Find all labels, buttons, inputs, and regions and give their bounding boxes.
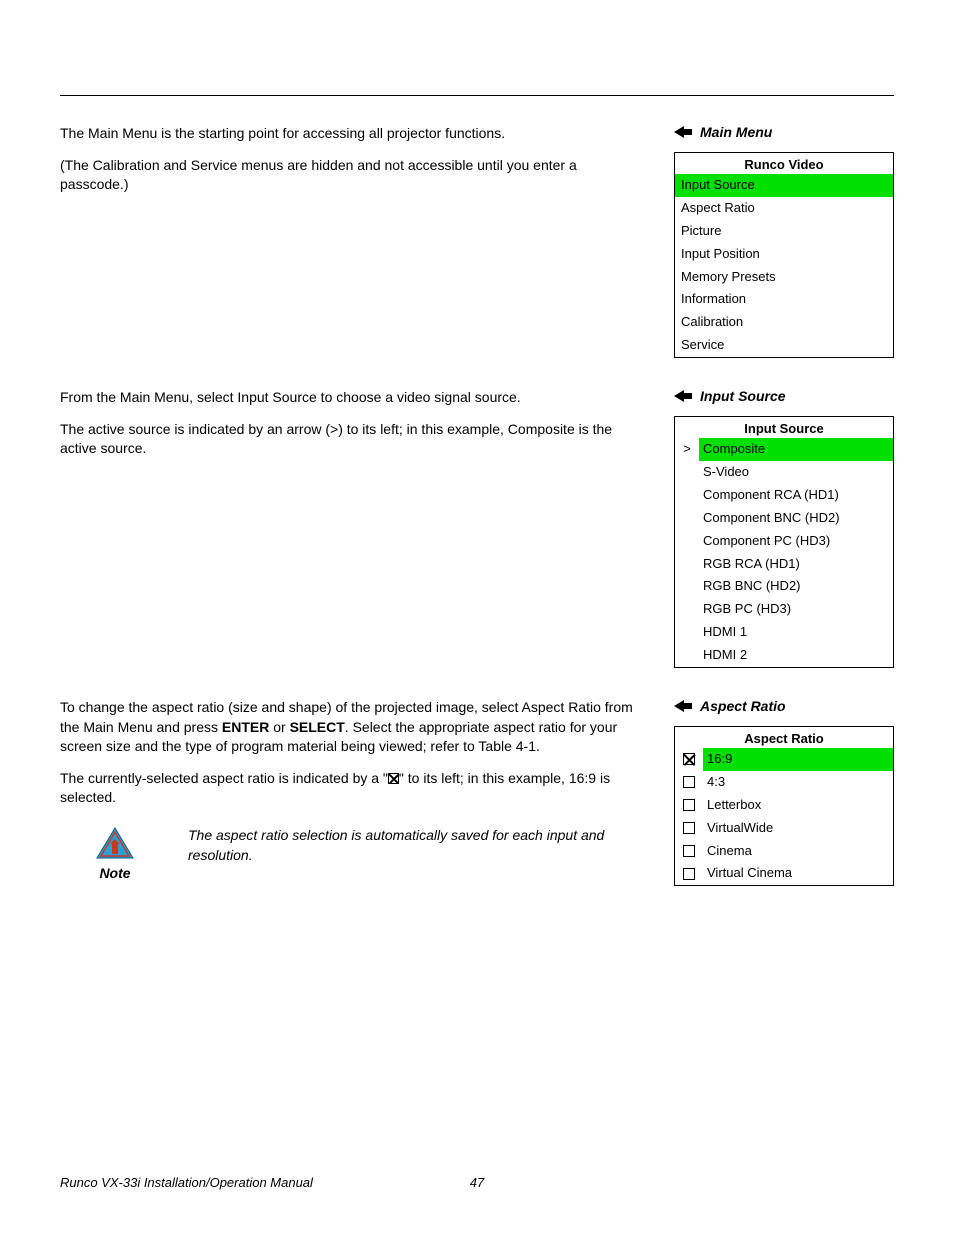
main-menu-item: Calibration: [675, 311, 893, 334]
aspect-ratio-box: Aspect Ratio 16:94:3LetterboxVirtualWide…: [674, 726, 894, 886]
main-menu-item: Memory Presets: [675, 266, 893, 289]
input-source-label-text: Input Source: [700, 388, 786, 404]
input-source-item-label: RGB BNC (HD2): [699, 575, 893, 598]
input-source-item: HDMI 2: [675, 644, 893, 667]
checkbox-icon: [675, 842, 703, 860]
aspect-ratio-para1: To change the aspect ratio (size and sha…: [60, 698, 644, 757]
main-menu-label-text: Main Menu: [700, 124, 772, 140]
aspect-ratio-para2: The currently-selected aspect ratio is i…: [60, 769, 644, 808]
main-menu-item: Input Source: [675, 174, 893, 197]
main-menu-box: Runco Video Input SourceAspect RatioPict…: [674, 152, 894, 358]
checkbox-icon: [675, 865, 703, 883]
input-source-item: RGB RCA (HD1): [675, 553, 893, 576]
active-indicator: >: [675, 438, 699, 461]
input-source-item: Component PC (HD3): [675, 530, 893, 553]
aspect-ratio-item: Letterbox: [675, 794, 893, 817]
main-menu-para2: (The Calibration and Service menus are h…: [60, 156, 644, 195]
aspect-ratio-label: Aspect Ratio: [674, 698, 894, 714]
checkbox-icon: [675, 773, 703, 791]
aspect-ratio-item: Virtual Cinema: [675, 862, 893, 885]
footer-page-number: 47: [470, 1175, 484, 1190]
active-indicator: [675, 630, 699, 636]
aspect-ratio-label-text: Aspect Ratio: [700, 698, 786, 714]
aspect-ratio-item-label: VirtualWide: [703, 817, 893, 840]
section-input-source: From the Main Menu, select Input Source …: [60, 388, 894, 668]
input-source-item-label: HDMI 1: [699, 621, 893, 644]
header-rule: [60, 95, 894, 96]
aspect-ratio-item: Cinema: [675, 840, 893, 863]
aspect-ratio-box-title: Aspect Ratio: [675, 727, 893, 748]
input-source-item-label: HDMI 2: [699, 644, 893, 667]
input-source-label: Input Source: [674, 388, 894, 404]
checkbox-icon: [675, 796, 703, 814]
aspect-ratio-item: 4:3: [675, 771, 893, 794]
aspect-ratio-item-label: 16:9: [703, 748, 893, 771]
active-indicator: [675, 469, 699, 475]
note-label: Note: [99, 865, 130, 881]
note-text: The aspect ratio selection is automatica…: [188, 826, 644, 865]
active-indicator: [675, 538, 699, 544]
main-menu-box-title: Runco Video: [675, 153, 893, 174]
arrow-left-icon: [674, 700, 692, 712]
aspect-ratio-item-label: 4:3: [703, 771, 893, 794]
section-aspect-ratio: To change the aspect ratio (size and sha…: [60, 698, 894, 886]
input-source-item-label: Composite: [699, 438, 893, 461]
checkbox-icon: [675, 750, 703, 768]
input-source-item: RGB BNC (HD2): [675, 575, 893, 598]
section-main-menu: The Main Menu is the starting point for …: [60, 124, 894, 358]
main-menu-item: Information: [675, 288, 893, 311]
main-menu-item: Service: [675, 334, 893, 357]
input-source-item: S-Video: [675, 461, 893, 484]
input-source-item-label: RGB RCA (HD1): [699, 553, 893, 576]
arrow-left-icon: [674, 390, 692, 402]
checkbox-icon: [675, 819, 703, 837]
note-block: Note The aspect ratio selection is autom…: [60, 826, 644, 881]
main-menu-item: Picture: [675, 220, 893, 243]
input-source-box-title: Input Source: [675, 417, 893, 438]
input-source-para2: The active source is indicated by an arr…: [60, 420, 644, 459]
checkbox-checked-icon: [388, 773, 399, 784]
footer-title: Runco VX-33i Installation/Operation Manu…: [60, 1175, 313, 1190]
aspect-ratio-item-label: Virtual Cinema: [703, 862, 893, 885]
input-source-item: RGB PC (HD3): [675, 598, 893, 621]
main-menu-para1: The Main Menu is the starting point for …: [60, 124, 644, 144]
input-source-item: Component BNC (HD2): [675, 507, 893, 530]
input-source-item-label: S-Video: [699, 461, 893, 484]
active-indicator: [675, 515, 699, 521]
input-source-item-label: Component RCA (HD1): [699, 484, 893, 507]
active-indicator: [675, 653, 699, 659]
main-menu-label: Main Menu: [674, 124, 894, 140]
active-indicator: [675, 584, 699, 590]
aspect-ratio-item-label: Letterbox: [703, 794, 893, 817]
input-source-item-label: Component BNC (HD2): [699, 507, 893, 530]
input-source-box: Input Source >CompositeS-VideoComponent …: [674, 416, 894, 668]
aspect-ratio-item-label: Cinema: [703, 840, 893, 863]
active-indicator: [675, 607, 699, 613]
main-menu-item: Aspect Ratio: [675, 197, 893, 220]
input-source-item: HDMI 1: [675, 621, 893, 644]
active-indicator: [675, 561, 699, 567]
input-source-item-label: Component PC (HD3): [699, 530, 893, 553]
page-footer: Runco VX-33i Installation/Operation Manu…: [60, 1175, 894, 1190]
input-source-para1: From the Main Menu, select Input Source …: [60, 388, 644, 408]
note-triangle-icon: [95, 826, 135, 863]
input-source-item: >Composite: [675, 438, 893, 461]
arrow-left-icon: [674, 126, 692, 138]
input-source-item-label: RGB PC (HD3): [699, 598, 893, 621]
aspect-ratio-item: VirtualWide: [675, 817, 893, 840]
input-source-item: Component RCA (HD1): [675, 484, 893, 507]
active-indicator: [675, 492, 699, 498]
main-menu-item: Input Position: [675, 243, 893, 266]
aspect-ratio-item: 16:9: [675, 748, 893, 771]
